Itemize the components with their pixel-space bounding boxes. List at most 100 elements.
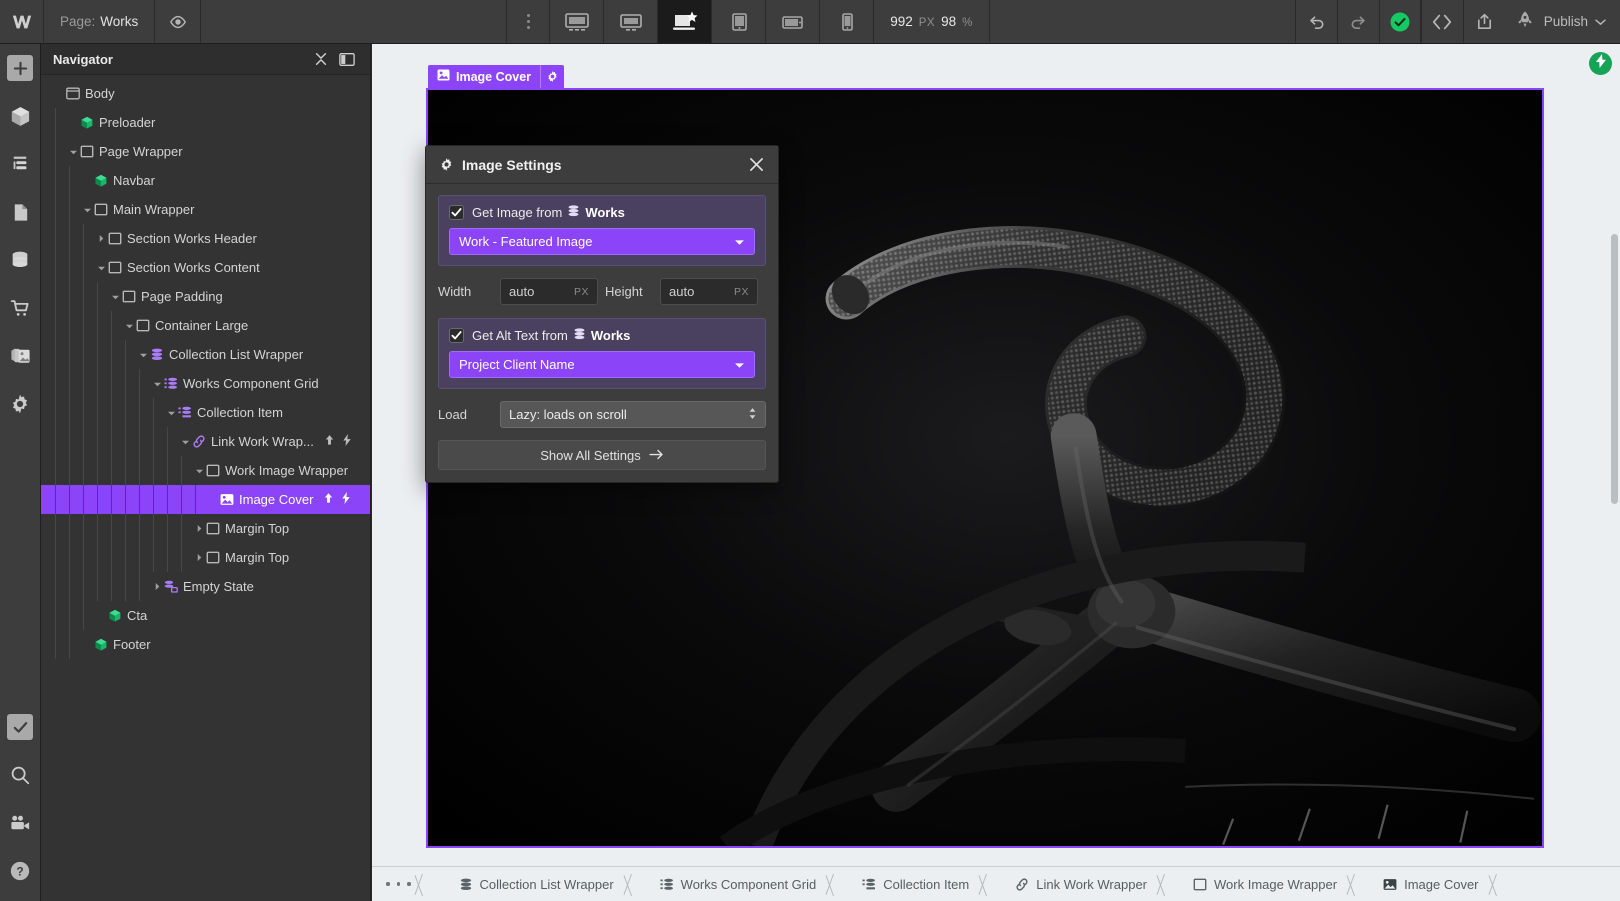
breakpoint-base[interactable] — [658, 0, 712, 43]
navigator-item-collection-list-wrapper[interactable]: Collection List Wrapper — [41, 340, 370, 369]
breadcrumb-item-works-component-grid[interactable]: Works Component Grid — [644, 867, 831, 901]
tree-caret-open[interactable] — [150, 376, 164, 391]
navigator-item-cta[interactable]: Cta — [41, 601, 370, 630]
pages-button[interactable] — [0, 188, 40, 236]
assets-button[interactable] — [0, 332, 40, 380]
performance-badge[interactable] — [1589, 52, 1612, 75]
code-brackets-icon[interactable] — [1421, 0, 1463, 43]
tree-caret-open[interactable] — [108, 289, 122, 304]
get-image-checkbox[interactable] — [449, 205, 464, 220]
webflow-logo-icon[interactable] — [0, 0, 44, 44]
height-unit: PX — [734, 286, 749, 298]
navigator-item-label: Image Cover — [239, 492, 313, 507]
breakpoint-tablet[interactable] — [712, 0, 766, 43]
publish-button[interactable]: Publish — [1505, 0, 1620, 43]
kebab-menu-icon[interactable] — [506, 0, 550, 43]
navigator-item-container-large[interactable]: Container Large — [41, 311, 370, 340]
breakpoint-mobile-landscape[interactable] — [766, 0, 820, 43]
checkmark-circle-icon[interactable] — [1379, 0, 1421, 43]
redo-icon[interactable] — [1337, 0, 1379, 43]
tree-caret-closed[interactable] — [192, 521, 206, 536]
undo-icon[interactable] — [1295, 0, 1337, 43]
lightning-icon[interactable] — [342, 434, 352, 449]
breadcrumb-item-work-image-wrapper[interactable]: Work Image Wrapper — [1177, 867, 1351, 901]
navigator-item-page-wrapper[interactable]: Page Wrapper — [41, 137, 370, 166]
add-elements-button[interactable] — [0, 44, 40, 92]
navigator-item-main-wrapper[interactable]: Main Wrapper — [41, 195, 370, 224]
image-settings-modal[interactable]: Image Settings Get Image from Works — [425, 145, 779, 483]
get-alt-text-checkbox-row[interactable]: Get Alt Text from Works — [449, 328, 755, 343]
navigator-item-body[interactable]: Body — [41, 79, 370, 108]
navigator-item-navbar[interactable]: Navbar — [41, 166, 370, 195]
navigator-item-section-works-header[interactable]: Section Works Header — [41, 224, 370, 253]
navigator-item-collection-item[interactable]: Collection Item — [41, 398, 370, 427]
tree-caret-closed[interactable] — [192, 550, 206, 565]
collapse-all-icon[interactable] — [308, 52, 334, 66]
tree-caret-open[interactable] — [136, 347, 150, 362]
search-button[interactable] — [0, 751, 40, 799]
tree-caret-closed[interactable] — [150, 579, 164, 594]
image-source-field-select[interactable]: Work - Featured Image — [449, 228, 755, 255]
breakpoint-mobile-portrait[interactable] — [820, 0, 874, 43]
show-all-settings-button[interactable]: Show All Settings — [438, 440, 766, 470]
cms-button[interactable] — [0, 236, 40, 284]
navigator-item-label: Page Padding — [141, 289, 223, 304]
selected-element-badge[interactable]: Image Cover — [428, 65, 564, 88]
breakpoint-desktop-xl[interactable] — [550, 0, 604, 43]
navigator-item-section-works-content[interactable]: Section Works Content — [41, 253, 370, 282]
tree-caret-open[interactable] — [178, 434, 192, 449]
breadcrumb-separator — [1351, 867, 1367, 901]
navigator-item-work-image-wrapper[interactable]: Work Image Wrapper — [41, 456, 370, 485]
tree-caret-open[interactable] — [192, 463, 206, 478]
tree-caret-open[interactable] — [164, 405, 178, 420]
get-image-from-checkbox-row[interactable]: Get Image from Works — [449, 205, 755, 220]
components-button[interactable] — [0, 92, 40, 140]
ecommerce-button[interactable] — [0, 284, 40, 332]
tree-caret-open[interactable] — [122, 318, 136, 333]
page-selector[interactable]: Page: Works — [44, 0, 155, 43]
breakpoint-desktop[interactable] — [604, 0, 658, 43]
preview-toggle-button[interactable] — [155, 0, 201, 43]
load-select[interactable]: Lazy: loads on scroll — [500, 401, 766, 428]
settings-button[interactable] — [0, 380, 40, 428]
canvas-scrollbar[interactable] — [1611, 234, 1618, 504]
audit-button[interactable] — [0, 703, 40, 751]
breadcrumb-overflow[interactable] — [372, 867, 421, 901]
database-icon — [7, 247, 33, 273]
navigator-tree[interactable]: BodyPreloaderPage WrapperNavbarMain Wrap… — [41, 75, 370, 901]
interaction-icon[interactable] — [323, 492, 334, 507]
navigator-item-page-padding[interactable]: Page Padding — [41, 282, 370, 311]
navigator-item-footer[interactable]: Footer — [41, 630, 370, 659]
breadcrumb-item-collection-item[interactable]: Collection Item — [846, 867, 983, 901]
tree-caret-open[interactable] — [94, 260, 108, 275]
navigator-item-empty-state[interactable]: Empty State — [41, 572, 370, 601]
get-alt-text-checkbox[interactable] — [449, 328, 464, 343]
breadcrumb-item-image-cover[interactable]: Image Cover — [1367, 867, 1492, 901]
share-export-icon[interactable] — [1463, 0, 1505, 43]
navigator-item-image-cover[interactable]: Image Cover — [41, 485, 370, 514]
tree-caret-open[interactable] — [66, 144, 80, 159]
panel-layout-icon[interactable] — [334, 52, 360, 67]
tree-caret-open[interactable] — [80, 202, 94, 217]
tree-caret-closed[interactable] — [94, 231, 108, 246]
navigator-item-margin-top[interactable]: Margin Top — [41, 514, 370, 543]
viewport-size-indicator[interactable]: 992 PX 98 % — [874, 0, 990, 44]
element-settings-gear-icon[interactable] — [540, 65, 564, 88]
navigator-item-margin-top[interactable]: Margin Top — [41, 543, 370, 572]
video-tutorials-button[interactable] — [0, 799, 40, 847]
height-input[interactable]: auto PX — [660, 278, 758, 305]
navigator-item-works-component-grid[interactable]: Works Component Grid — [41, 369, 370, 398]
interaction-icon[interactable] — [324, 434, 335, 449]
breadcrumb-item-collection-list-wrapper[interactable]: Collection List Wrapper — [443, 867, 628, 901]
navigator-item-link-work-wrap[interactable]: Link Work Wrap... — [41, 427, 370, 456]
help-button[interactable]: ? — [0, 847, 40, 895]
breadcrumb[interactable]: Collection List Wrapper Works Component G… — [372, 866, 1620, 901]
lightning-icon[interactable] — [341, 492, 351, 507]
navigator-item-preloader[interactable]: Preloader — [41, 108, 370, 137]
width-input[interactable]: auto PX — [500, 278, 598, 305]
navigator-button[interactable] — [0, 140, 40, 188]
chevron-down-icon[interactable] — [1595, 14, 1606, 29]
alt-source-field-select[interactable]: Project Client Name — [449, 351, 755, 378]
close-x-icon[interactable] — [744, 153, 768, 177]
breadcrumb-item-link-work-wrapper[interactable]: Link Work Wrapper — [999, 867, 1161, 901]
